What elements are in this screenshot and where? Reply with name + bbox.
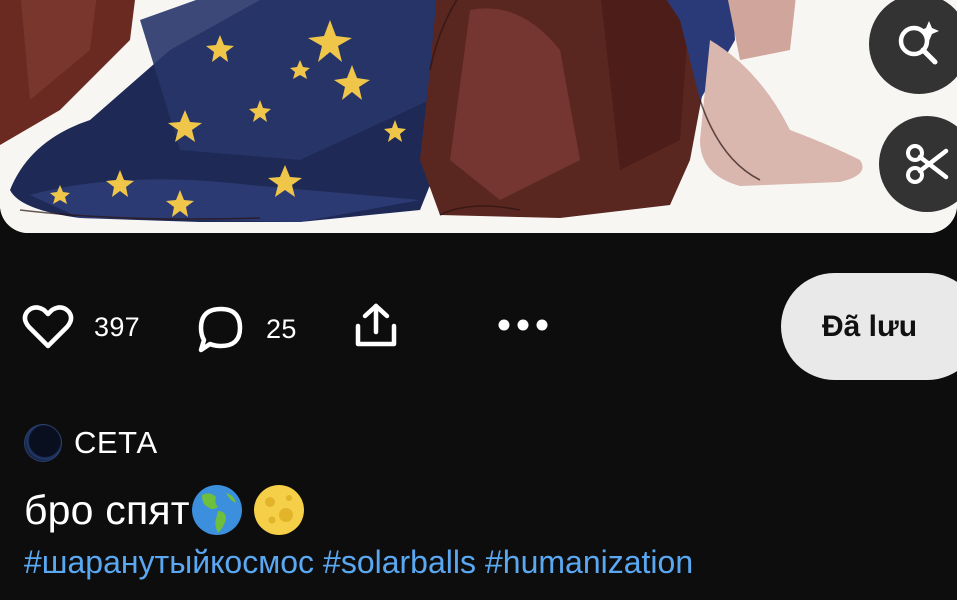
saved-button[interactable]: Đã lưu: [781, 273, 957, 380]
more-options-button[interactable]: [496, 314, 550, 336]
author-row[interactable]: СЕТА: [24, 424, 158, 462]
pin-title: бро спят: [24, 483, 306, 537]
full-moon-emoji: [253, 485, 304, 535]
hashtag-link[interactable]: #solarballs: [323, 544, 476, 580]
heart-icon: [22, 305, 74, 349]
earth-americas-emoji: [191, 485, 242, 535]
avatar[interactable]: [24, 424, 62, 462]
comment-count: 25: [266, 313, 297, 344]
like-button[interactable]: 397: [22, 304, 140, 350]
pin-artwork: [0, 0, 957, 233]
comment-icon: [198, 306, 243, 353]
pin-image[interactable]: [0, 0, 957, 233]
like-count: 397: [94, 311, 140, 342]
visual-search-icon: [898, 21, 939, 65]
comment-button[interactable]: 25: [196, 304, 297, 354]
share-button[interactable]: [354, 302, 398, 350]
author-name[interactable]: СЕТА: [74, 425, 158, 461]
hashtag-link[interactable]: #humanization: [485, 544, 693, 580]
hashtag-link[interactable]: #шаранутыйкосмос: [24, 544, 314, 580]
more-icon: [498, 319, 548, 331]
hashtag-list: #шаранутыйкосмос #solarballs #humanization: [24, 544, 702, 581]
scissors-icon: [906, 144, 949, 184]
pin-title-text: бро спят: [24, 486, 190, 533]
share-icon: [355, 303, 397, 347]
